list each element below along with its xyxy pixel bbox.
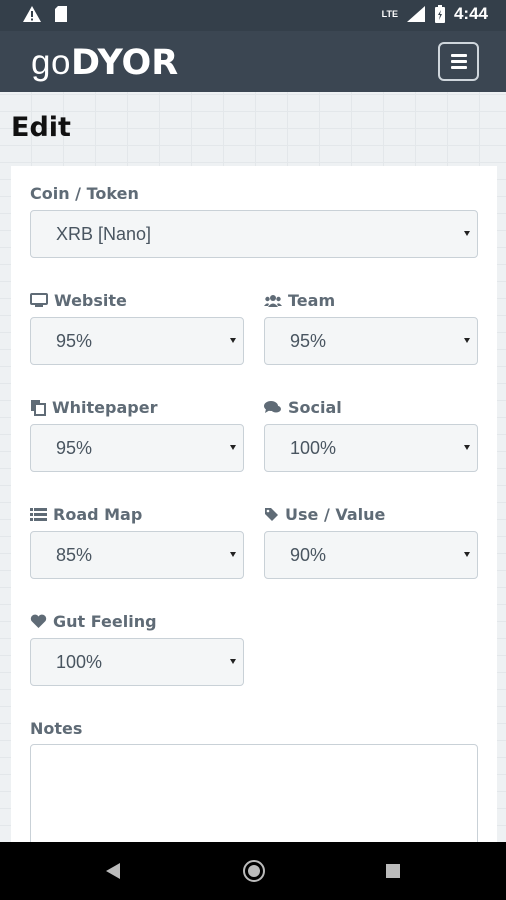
website-label-text: Website [54, 291, 127, 310]
use-value-select-value: 90% [290, 544, 327, 565]
status-bar: LTE 4:44 [0, 0, 506, 31]
home-icon[interactable] [242, 859, 266, 883]
system-nav-bar [0, 842, 506, 900]
whitepaper-label: Whitepaper [30, 398, 157, 417]
website-select-value: 95% [56, 330, 93, 351]
coin-select-value: XRB [Nano] [56, 223, 152, 244]
coin-label-text: Coin / Token [30, 184, 139, 203]
hamburger-icon-bar [450, 60, 467, 63]
list-icon [30, 507, 47, 521]
menu-toggle-button[interactable] [438, 42, 479, 81]
use-value-label-text: Use / Value [285, 505, 386, 524]
caret-down-icon [464, 552, 470, 557]
caret-down-icon [230, 338, 236, 343]
edit-form-card: Coin / Token XRB [Nano] Website 95% Team… [11, 166, 497, 884]
caret-down-icon [464, 231, 470, 236]
team-label-text: Team [288, 291, 336, 310]
back-icon[interactable] [104, 861, 122, 881]
status-time: 4:44 [453, 4, 488, 23]
hamburger-icon [450, 54, 467, 57]
whitepaper-select-value: 95% [56, 437, 93, 458]
battery-icon [434, 5, 445, 23]
gut-feeling-select-value: 100% [56, 651, 103, 672]
roadmap-select[interactable]: 85% [30, 531, 244, 579]
recents-icon[interactable] [385, 863, 401, 879]
team-label: Team [264, 291, 335, 310]
files-icon [31, 400, 46, 416]
notes-label: Notes [30, 719, 82, 738]
caret-down-icon [464, 445, 470, 450]
tag-icon [265, 508, 278, 521]
gut-feeling-label: Gut Feeling [30, 612, 157, 631]
gut-feeling-select[interactable]: 100% [30, 638, 244, 686]
notes-label-text: Notes [30, 719, 83, 738]
warning-icon [23, 6, 41, 22]
gut-feeling-label-text: Gut Feeling [53, 612, 157, 631]
caret-down-icon [230, 659, 236, 664]
social-select-value: 100% [290, 437, 337, 458]
hamburger-icon-bar [450, 66, 467, 69]
website-label: Website [30, 291, 127, 310]
page-body: Edit Coin / Token XRB [Nano] Website 95%… [0, 92, 506, 884]
lte-label: LTE [381, 9, 398, 19]
roadmap-select-value: 85% [56, 544, 93, 565]
sd-card-icon [55, 6, 67, 22]
brand-bold: DYOR [70, 43, 179, 83]
brand-light: go [31, 43, 71, 82]
comments-icon [264, 401, 281, 413]
roadmap-label-text: Road Map [53, 505, 143, 524]
social-label-text: Social [288, 398, 342, 417]
use-value-label: Use / Value [264, 505, 385, 524]
page-title: Edit [11, 112, 71, 143]
coin-label: Coin / Token [30, 184, 139, 203]
caret-down-icon [230, 552, 236, 557]
website-select[interactable]: 95% [30, 317, 244, 365]
caret-down-icon [464, 338, 470, 343]
signal-icon [406, 6, 425, 22]
heart-icon [30, 614, 47, 628]
social-select[interactable]: 100% [264, 424, 478, 472]
social-label: Social [264, 398, 342, 417]
whitepaper-label-text: Whitepaper [52, 398, 158, 417]
team-select[interactable]: 95% [264, 317, 478, 365]
status-left [22, 5, 68, 23]
team-select-value: 95% [290, 330, 327, 351]
status-right: LTE 4:44 [382, 4, 488, 24]
use-value-select[interactable]: 90% [264, 531, 478, 579]
users-icon [264, 294, 282, 307]
brand-logo[interactable]: goDYOR [31, 43, 178, 83]
coin-select[interactable]: XRB [Nano] [30, 210, 478, 258]
roadmap-label: Road Map [30, 505, 142, 524]
whitepaper-select[interactable]: 95% [30, 424, 244, 472]
caret-down-icon [230, 445, 236, 450]
monitor-icon [30, 293, 48, 307]
app-navbar: goDYOR [0, 31, 506, 92]
